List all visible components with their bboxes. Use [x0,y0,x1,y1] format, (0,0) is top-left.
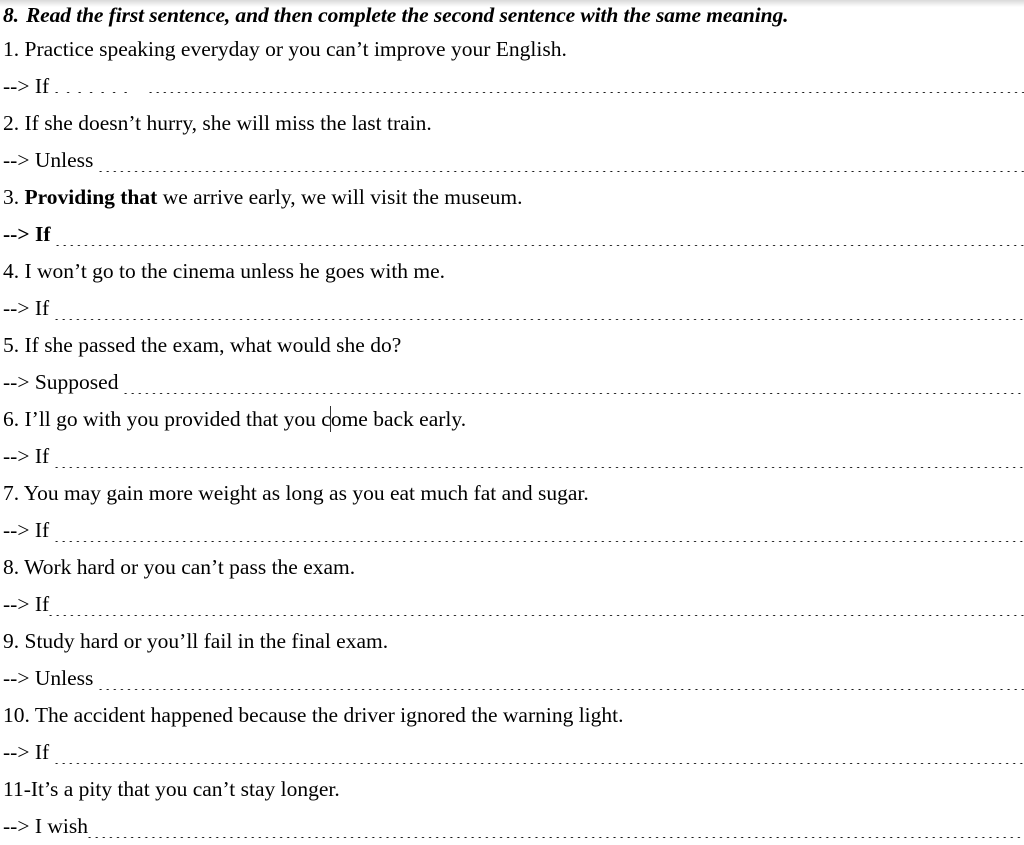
dotted-leader[interactable] [55,541,1024,542]
answer-arrow: --> [3,296,30,320]
dotted-leader[interactable] [99,171,1024,172]
answer-keyword: I wish [34,814,88,838]
answer-stem: --> I wish [3,808,88,845]
question-prompt: 5. If she passed the exam, what would sh… [0,327,1024,364]
question-prompt: 11-It’s a pity that you can’t stay longe… [0,771,1024,808]
answer-stem: --> If [3,290,49,327]
question-text-continued: ome back early. [330,407,467,431]
question-number: 1. [3,37,20,61]
question-number: 10. [3,703,30,727]
question-prompt: 9. Study hard or you’ll fail in the fina… [0,623,1024,660]
question-text: Study hard or you’ll fail in the final e… [24,629,389,653]
answer-keyword: If [34,740,50,764]
answer-line[interactable]: --> If [0,512,1024,549]
question-text: The accident happened because the driver… [34,703,624,727]
question-text: we arrive early, we will visit the museu… [157,185,523,209]
question-prompt: 2. If she doesn’t hurry, she will miss t… [0,105,1024,142]
dotted-leader-segment [149,92,1024,93]
answer-arrow: --> [3,148,30,172]
question-prompt: 8. Work hard or you can’t pass the exam. [0,549,1024,586]
exercise-number: 8. [3,3,19,27]
answer-keyword: If [34,592,50,616]
question-number: 8. [3,555,20,579]
answer-keyword: If [34,518,50,542]
dotted-leader[interactable] [56,245,1024,246]
answer-keyword: If [34,444,50,468]
question-prompt: 7. You may gain more weight as long as y… [0,475,1024,512]
answer-line[interactable]: --> Unless [0,142,1024,179]
question-text: If she passed the exam, what would she d… [24,333,402,357]
answer-keyword: Supposed [34,370,119,394]
exercise-heading: 8. Read the first sentence, and then comp… [0,0,1024,31]
question-number: 5. [3,333,20,357]
answer-stem: --> Unless [3,660,93,697]
answer-line[interactable]: --> If [0,216,1024,253]
dotted-leader-segment [55,92,136,93]
dotted-leader[interactable] [55,467,1024,468]
answer-keyword: Unless [34,666,94,690]
answer-line[interactable]: --> If [0,438,1024,475]
answer-keyword: If [34,222,51,246]
dotted-leader[interactable] [87,837,1024,838]
answer-line[interactable]: --> Supposed [0,364,1024,401]
answer-arrow: --> [3,222,30,246]
question-prompt: 3. Providing that we arrive early, we wi… [0,179,1024,216]
answer-line[interactable]: --> If [0,734,1024,771]
answer-arrow: --> [3,444,30,468]
question-number: 9. [3,629,20,653]
answer-arrow: --> [3,74,30,98]
answer-line[interactable]: --> If [0,290,1024,327]
dotted-leader[interactable] [55,92,1024,93]
dotted-leader[interactable] [55,319,1024,320]
answer-line[interactable]: --> I wish [0,808,1024,845]
answer-keyword: Unless [34,148,94,172]
question-number: 6. [3,407,20,431]
answer-stem: --> If [3,734,49,771]
dotted-leader[interactable] [55,763,1024,764]
question-number: 7. [3,481,20,505]
question-number: 3. [3,185,20,209]
dotted-leader[interactable] [124,393,1024,394]
answer-line[interactable]: --> If [0,586,1024,623]
answer-stem: --> If [3,216,50,253]
dotted-leader[interactable] [99,689,1024,690]
answer-keyword: If [34,296,50,320]
answer-stem: --> Supposed [3,364,118,401]
question-text: It’s a pity that you can’t stay longer. [30,777,340,801]
question-number: 4. [3,259,20,283]
question-number: 11- [3,777,31,801]
question-prompt: 6. I’ll go with you provided that you co… [0,401,1024,438]
answer-stem: --> If [3,438,49,475]
answer-stem: --> Unless [3,142,93,179]
dotted-leader[interactable] [49,615,1024,616]
question-text: I’ll go with you provided that you c [24,407,331,431]
worksheet-page: 8. Read the first sentence, and then comp… [0,0,1024,845]
answer-stem: --> If [3,68,49,105]
answer-stem: --> If [3,512,49,549]
question-text: Practice speaking everyday or you can’t … [24,37,567,61]
answer-arrow: --> [3,592,30,616]
answer-arrow: --> [3,370,30,394]
question-prompt: 1. Practice speaking everyday or you can… [0,31,1024,68]
answer-arrow: --> [3,740,30,764]
answer-line[interactable]: --> Unless [0,660,1024,697]
answer-arrow: --> [3,666,30,690]
question-text-emphasis: Providing that [24,185,158,209]
answer-stem: --> If [3,586,49,623]
question-text: I won’t go to the cinema unless he goes … [24,259,446,283]
answer-arrow: --> [3,814,30,838]
question-number: 2. [3,111,20,135]
question-prompt: 10. The accident happened because the dr… [0,697,1024,734]
question-text: Work hard or you can’t pass the exam. [24,555,356,579]
question-text: If she doesn’t hurry, she will miss the … [24,111,432,135]
question-prompt: 4. I won’t go to the cinema unless he go… [0,253,1024,290]
question-text: You may gain more weight as long as you … [23,481,589,505]
exercise-instruction: Read the first sentence, and then comple… [25,3,789,27]
answer-keyword: If [34,74,50,98]
answer-line[interactable]: --> If [0,68,1024,105]
answer-arrow: --> [3,518,30,542]
